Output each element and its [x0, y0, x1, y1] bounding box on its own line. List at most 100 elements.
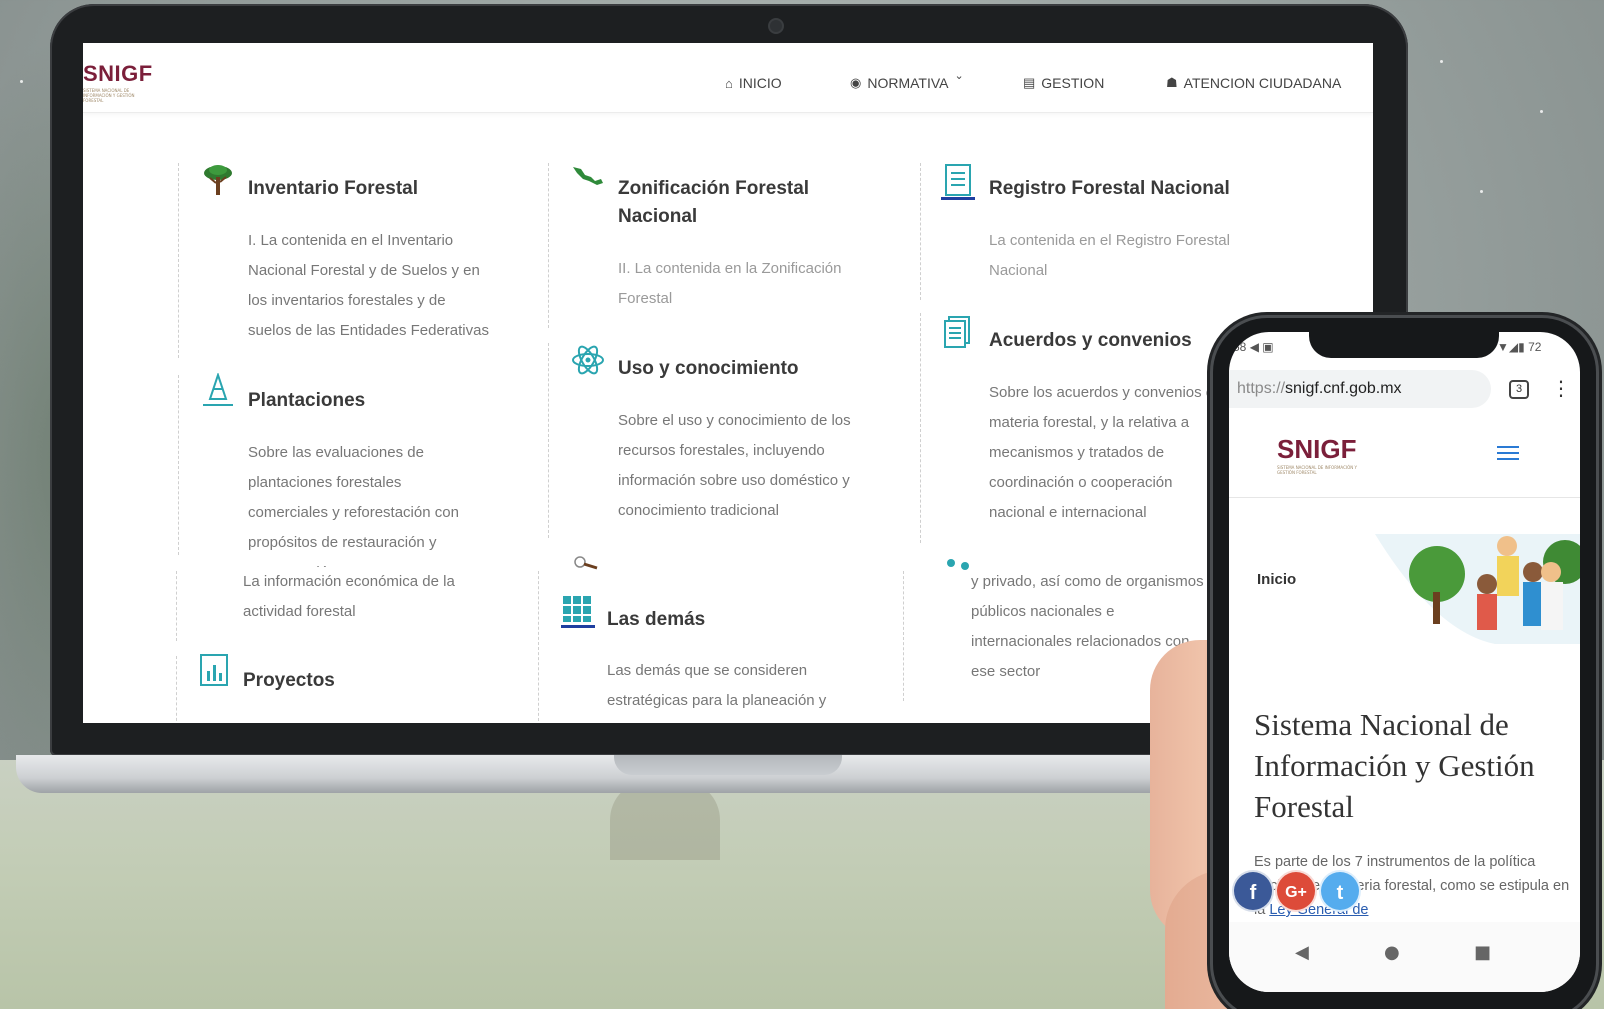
tab-count-button[interactable]: 3 [1509, 380, 1529, 399]
background-star [1480, 190, 1483, 193]
column-divider [538, 571, 539, 721]
agreements-document-icon [944, 316, 970, 348]
phone-site-header: SNIGF SISTEMA NACIONAL DE INFORMACIÓN Y … [1229, 418, 1580, 498]
background-star [20, 80, 23, 83]
inventario-title[interactable]: Inventario Forestal [248, 175, 418, 203]
text-line: suelos de las Entidades Federativas [248, 322, 489, 339]
page-title: Sistema Nacional de Información y Gestió… [1254, 707, 1535, 824]
demas-title[interactable]: Las demás [607, 606, 705, 634]
home-button-icon[interactable]: ● [1384, 942, 1400, 963]
text-line: recursos forestales, incluyendo [618, 442, 825, 459]
recents-icon[interactable]: ■ [1474, 942, 1491, 963]
image-icon: ▣ [1262, 340, 1274, 354]
title-line: Zonificación Forestal [618, 178, 810, 199]
text-line: información sobre uso doméstico y [618, 472, 850, 489]
registro-text: La contenida en el Registro Forestal Nac… [989, 226, 1289, 286]
people-trees-illustration [1375, 534, 1580, 644]
uso-text: Sobre el uso y conocimiento de los recur… [618, 406, 913, 526]
grid-icon [561, 596, 595, 628]
text-line: comerciales y reforestación con [248, 504, 459, 521]
logo-tagline: SISTEMA NACIONAL DE INFORMACIÓN Y GESTIÓ… [83, 88, 135, 103]
logo-text: SNIGF [1277, 434, 1357, 464]
plantaciones-text: Sobre las evaluaciones de plantaciones f… [248, 438, 538, 573]
chevron-down-icon: ⌄ [954, 69, 964, 82]
text-line: los inventarios forestales y de [248, 292, 446, 309]
text-line: plantaciones forestales [248, 474, 402, 491]
demas-text: Las demás que se consideren estratégicas… [607, 656, 902, 711]
people-icon: ☗ [1166, 75, 1178, 90]
text-line: Nacional [989, 262, 1048, 279]
text-line: actividad forestal [243, 603, 356, 620]
zonificacion-title[interactable]: Zonificación Forestal Nacional [618, 175, 809, 231]
nav-gestion[interactable]: ▤ GESTION [1023, 75, 1104, 91]
background-star [1540, 110, 1543, 113]
back-icon[interactable]: ◀ [1295, 942, 1309, 963]
nav-label: ATENCION CIUDADANA [1183, 75, 1342, 91]
tree-outline-icon [203, 373, 233, 406]
text-line: La información económica de la [243, 573, 455, 590]
url-bar[interactable]: https://snigf.cnf.gob.mx [1229, 370, 1491, 408]
title-line: Nacional [618, 206, 698, 227]
text-line: estratégicas para la planeación y [607, 692, 827, 709]
hamburger-menu-icon[interactable] [1497, 442, 1519, 464]
economica-text: La información económica de la actividad… [243, 567, 533, 627]
column-divider [548, 343, 549, 538]
laptop-hinge [614, 755, 842, 775]
column-divider [176, 571, 177, 641]
status-time: 58 ◀ ▣ [1233, 340, 1274, 354]
googleplus-share-button[interactable]: G+ [1275, 870, 1317, 912]
url-scheme: https:// [1237, 380, 1286, 397]
desktop-screen: SNIGF SISTEMA NACIONAL DE INFORMACIÓN Y … [83, 43, 1373, 723]
text-line: Sobre las evaluaciones de [248, 444, 424, 461]
magnifier-icon [574, 556, 598, 570]
text-line: Sobre el uso y conocimiento de los [618, 412, 851, 429]
more-options-icon[interactable]: ⋮ [1551, 376, 1571, 400]
column-divider [548, 163, 549, 328]
snigf-logo[interactable]: SNIGF SISTEMA NACIONAL DE INFORMACIÓN Y … [1277, 434, 1361, 475]
logo-text: SNIGF [83, 61, 153, 86]
battery-icon: ▮ [1518, 340, 1525, 354]
text-line: conocimiento tradicional [618, 502, 779, 519]
telegram-icon: ◀ [1249, 340, 1259, 354]
wifi-icon: ▼ [1497, 340, 1509, 354]
text-line: Las demás que se consideren [607, 662, 808, 679]
text-line: propósitos de restauración y [248, 534, 437, 551]
breadcrumb[interactable]: Inicio [1257, 571, 1296, 588]
background-star [1440, 60, 1443, 63]
facebook-share-button[interactable]: f [1232, 870, 1274, 912]
registro-title[interactable]: Registro Forestal Nacional [989, 175, 1230, 203]
column-divider [920, 163, 921, 300]
status-indicators: ▼◢▮ 72 [1497, 340, 1541, 354]
logo-tagline: SISTEMA NACIONAL DE INFORMACIÓN Y GESTIÓ… [1277, 465, 1357, 475]
phone-screen: 58 ◀ ▣ ▼◢▮ 72 https://snigf.cnf.gob.mx 3… [1229, 332, 1580, 992]
camera-icon [768, 18, 784, 34]
nav-atencion-ciudadana[interactable]: ☗ ATENCION CIUDADANA [1166, 75, 1341, 91]
mexico-map-icon [573, 167, 603, 185]
plantaciones-title[interactable]: Plantaciones [248, 387, 365, 415]
text-line: Nacional Forestal y de Suelos y en [248, 262, 480, 279]
text-line: La contenida en el Registro Forestal [989, 232, 1230, 249]
document-icon: ▤ [1023, 75, 1036, 90]
nav-label: INICIO [738, 75, 782, 91]
nav-label: GESTION [1041, 75, 1105, 91]
twitter-share-button[interactable]: t [1319, 870, 1361, 912]
bar-chart-icon [200, 654, 228, 686]
column-divider [920, 313, 921, 543]
uso-title[interactable]: Uso y conocimiento [618, 355, 799, 383]
url-host: snigf.cnf.gob.mx [1285, 380, 1402, 397]
register-document-icon [941, 164, 975, 200]
eye-icon: ◉ [850, 75, 862, 90]
nav-normativa[interactable]: ◉ NORMATIVA ⌄ [850, 70, 964, 92]
column-divider [178, 375, 179, 555]
snigf-logo[interactable]: SNIGF SISTEMA NACIONAL DE INFORMACIÓN Y … [83, 61, 153, 103]
nav-label: NORMATIVA [867, 75, 949, 91]
proyectos-title[interactable]: Proyectos [243, 667, 335, 695]
android-nav-bar: ◀ ● ■ [1229, 922, 1580, 992]
signal-icon: ◢ [1508, 340, 1519, 354]
acuerdos-title[interactable]: Acuerdos y convenios [989, 327, 1192, 355]
column-divider [176, 656, 177, 723]
phone-notch [1309, 332, 1499, 358]
tree-icon [204, 165, 232, 195]
column-divider [903, 571, 904, 701]
nav-inicio[interactable]: ⌂ INICIO [725, 75, 782, 91]
